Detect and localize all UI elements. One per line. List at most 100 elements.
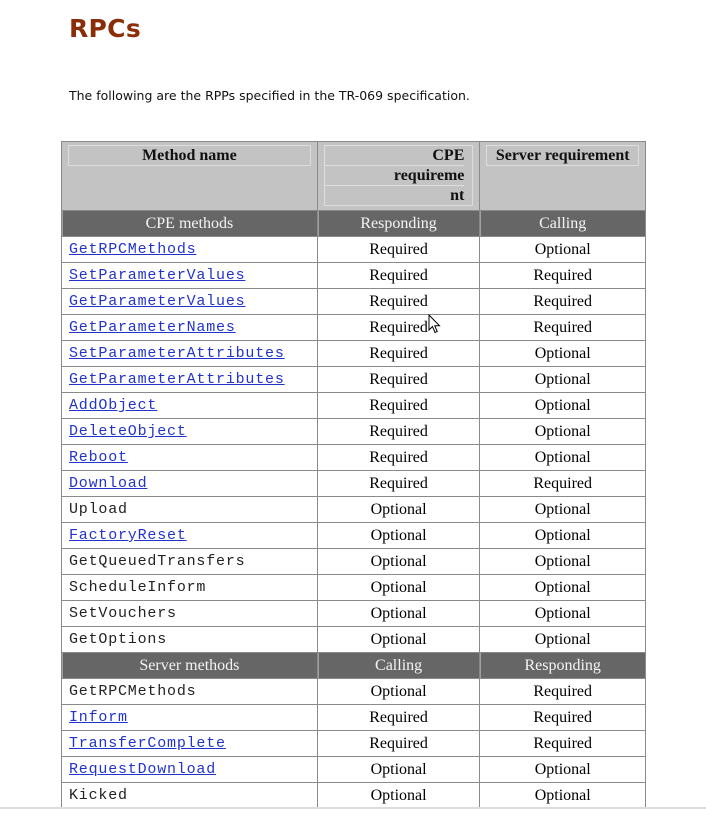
- method-name: ScheduleInform: [69, 579, 207, 596]
- server-requirement-cell: Optional: [479, 756, 646, 783]
- method-name-cell: AddObject: [61, 392, 318, 419]
- method-name-cell: GetOptions: [61, 626, 318, 653]
- method-name-cell: RequestDownload: [61, 756, 318, 783]
- method-name-cell: GetParameterNames: [61, 314, 318, 341]
- method-name: GetRPCMethods: [69, 683, 197, 700]
- cpe-requirement-cell: Required: [316, 366, 481, 393]
- method-name-cell: GetParameterValues: [61, 288, 318, 315]
- table-row: FactoryReset Optional Optional: [61, 522, 646, 549]
- method-link[interactable]: DeleteObject: [69, 423, 187, 440]
- method-name-cell: SetVouchers: [61, 600, 318, 627]
- server-requirement-cell: Optional: [479, 496, 646, 523]
- cpe-requirement-cell: Required: [316, 444, 481, 471]
- method-link[interactable]: FactoryReset: [69, 527, 187, 544]
- table-row: Download Required Required: [61, 470, 646, 497]
- cpe-requirement-cell: Required: [316, 314, 481, 341]
- server-requirement-cell: Optional: [479, 522, 646, 549]
- method-name: GetOptions: [69, 631, 168, 648]
- table-row: SetVouchers Optional Optional: [61, 600, 646, 627]
- group-cpe-col: Calling: [316, 652, 481, 679]
- cpe-requirement-cell: Optional: [316, 626, 481, 653]
- method-link[interactable]: Reboot: [69, 449, 128, 466]
- header-server-requirement: Server requirement: [479, 141, 646, 211]
- table-row: GetParameterNames Required Required: [61, 314, 646, 341]
- table-row: DeleteObject Required Optional: [61, 418, 646, 445]
- server-requirement-cell: Required: [479, 704, 646, 731]
- cpe-requirement-cell: Required: [316, 730, 481, 757]
- method-name-cell: Reboot: [61, 444, 318, 471]
- rpc-table: Method name CPE requireme nt Server requ…: [61, 141, 646, 809]
- server-requirement-cell: Optional: [479, 392, 646, 419]
- table-row: RequestDownload Optional Optional: [61, 756, 646, 783]
- method-name-cell: Inform: [61, 704, 318, 731]
- cpe-requirement-cell: Optional: [316, 522, 481, 549]
- method-link[interactable]: Inform: [69, 709, 128, 726]
- method-name-cell: Download: [61, 470, 318, 497]
- server-requirement-cell: Optional: [479, 418, 646, 445]
- header-method-name: Method name: [61, 141, 318, 211]
- method-name: GetQueuedTransfers: [69, 553, 246, 570]
- cpe-requirement-cell: Required: [316, 392, 481, 419]
- cpe-requirement-cell: Optional: [316, 756, 481, 783]
- table-row: GetRPCMethods Optional Required: [61, 678, 646, 705]
- cpe-requirement-cell: Required: [316, 704, 481, 731]
- group-server-col: Calling: [479, 210, 646, 237]
- group-row-server-methods: Server methods Calling Responding: [61, 652, 646, 679]
- table-row: SetParameterValues Required Required: [61, 262, 646, 289]
- table-row: AddObject Required Optional: [61, 392, 646, 419]
- server-requirement-cell: Optional: [479, 366, 646, 393]
- method-name: Upload: [69, 501, 128, 518]
- method-name-cell: GetRPCMethods: [61, 236, 318, 263]
- cpe-requirement-cell: Required: [316, 470, 481, 497]
- table-row: ScheduleInform Optional Optional: [61, 574, 646, 601]
- cpe-requirement-cell: Required: [316, 262, 481, 289]
- cpe-requirement-cell: Required: [316, 418, 481, 445]
- cpe-requirement-cell: Optional: [316, 548, 481, 575]
- method-link[interactable]: GetParameterValues: [69, 293, 245, 310]
- method-name-cell: GetParameterAttributes: [61, 366, 318, 393]
- server-requirement-cell: Required: [479, 470, 646, 497]
- cpe-requirement-cell: Optional: [316, 678, 481, 705]
- method-name-cell: GetRPCMethods: [61, 678, 318, 705]
- table-row: GetOptions Optional Optional: [61, 626, 646, 653]
- group-row-cpe-methods: CPE methods Responding Calling: [61, 210, 646, 237]
- server-requirement-cell: Required: [479, 288, 646, 315]
- method-link[interactable]: Download: [69, 475, 147, 492]
- cpe-requirement-cell: Required: [316, 340, 481, 367]
- method-link[interactable]: SetParameterValues: [69, 267, 245, 284]
- server-requirement-cell: Required: [479, 314, 646, 341]
- table-row: Inform Required Required: [61, 704, 646, 731]
- method-name-cell: GetQueuedTransfers: [61, 548, 318, 575]
- server-requirement-cell: Optional: [479, 626, 646, 653]
- table-row: GetParameterAttributes Required Optional: [61, 366, 646, 393]
- table-row: GetRPCMethods Required Optional: [61, 236, 646, 263]
- method-link[interactable]: RequestDownload: [69, 761, 216, 778]
- method-name-cell: Upload: [61, 496, 318, 523]
- cpe-requirement-cell: Optional: [316, 782, 481, 809]
- method-name-cell: Kicked: [61, 782, 318, 809]
- method-name-cell: FactoryReset: [61, 522, 318, 549]
- header-cpe-requirement: CPE requireme nt: [316, 141, 481, 211]
- server-requirement-cell: Optional: [479, 548, 646, 575]
- method-link[interactable]: SetParameterAttributes: [69, 345, 285, 362]
- method-link[interactable]: AddObject: [69, 397, 157, 414]
- method-name-cell: TransferComplete: [61, 730, 318, 757]
- group-label: Server methods: [61, 652, 318, 679]
- table-row: TransferComplete Required Required: [61, 730, 646, 757]
- method-name-cell: DeleteObject: [61, 418, 318, 445]
- table-row: GetParameterValues Required Required: [61, 288, 646, 315]
- server-requirement-cell: Required: [479, 262, 646, 289]
- method-link[interactable]: GetRPCMethods: [69, 241, 196, 258]
- method-name: Kicked: [69, 787, 128, 804]
- method-link[interactable]: TransferComplete: [69, 735, 226, 752]
- server-requirement-cell: Optional: [479, 236, 646, 263]
- mouse-pointer-icon: [428, 314, 441, 334]
- server-requirement-cell: Required: [479, 678, 646, 705]
- method-link[interactable]: GetParameterAttributes: [69, 371, 285, 388]
- method-name-cell: ScheduleInform: [61, 574, 318, 601]
- method-link[interactable]: GetParameterNames: [69, 319, 236, 336]
- intro-text: The following are the RPPs specified in …: [69, 88, 470, 103]
- server-requirement-cell: Optional: [479, 444, 646, 471]
- server-requirement-cell: Optional: [479, 340, 646, 367]
- cpe-requirement-cell: Required: [316, 236, 481, 263]
